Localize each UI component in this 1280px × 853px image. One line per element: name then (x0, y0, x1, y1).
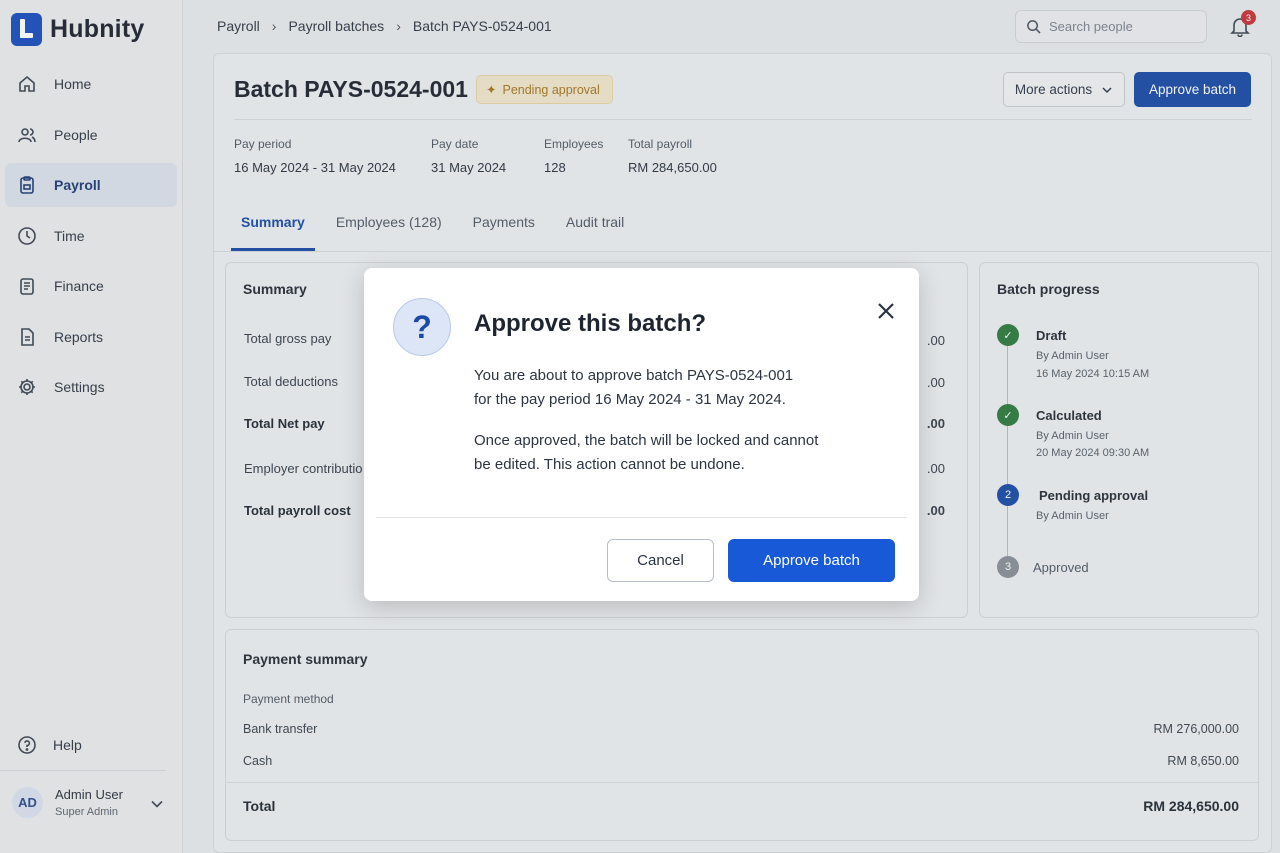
confirm-approve-button[interactable]: Approve batch (728, 539, 895, 582)
dialog-title: Approve this batch? (474, 310, 707, 337)
approve-dialog: ? Approve this batch? You are about to a… (364, 268, 919, 601)
dialog-warning-line: Once approved, the batch will be locked … (474, 432, 819, 449)
close-icon[interactable] (876, 301, 896, 321)
dialog-warning-line: be edited. This action cannot be undone. (474, 456, 745, 473)
cancel-button[interactable]: Cancel (607, 539, 714, 582)
question-icon: ? (393, 298, 451, 356)
dialog-warning: Once approved, the batch will be locked … (474, 429, 834, 477)
dialog-message-line: You are about to approve batch PAYS-0524… (474, 367, 794, 384)
dialog-message-line: for the pay period 16 May 2024 - 31 May … (474, 391, 786, 408)
dialog-message: You are about to approve batch PAYS-0524… (474, 364, 834, 412)
divider (376, 517, 907, 518)
